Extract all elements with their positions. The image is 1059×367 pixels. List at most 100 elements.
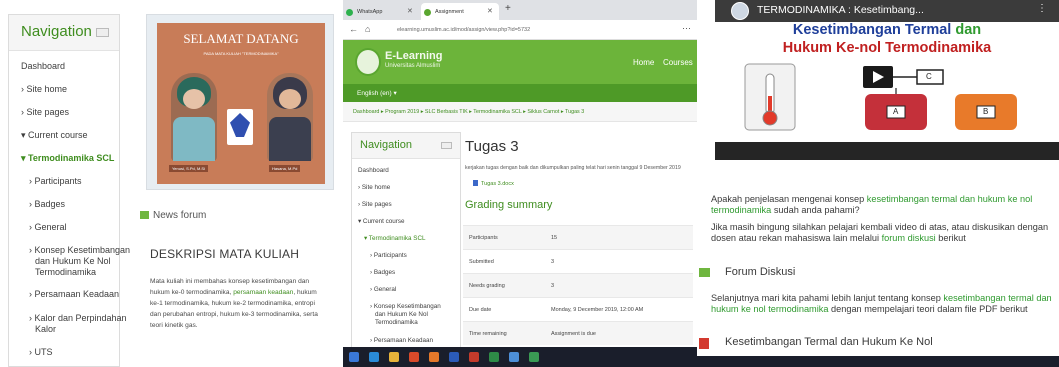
- box-a-label: A: [893, 107, 899, 116]
- nav-item-label: › Kalor dan Perpindahan: [29, 313, 127, 323]
- app-icon[interactable]: [509, 352, 519, 362]
- excel-icon[interactable]: [489, 352, 499, 362]
- browser-tab-bar: WhatsApp ✕ Assignment ✕ +: [343, 0, 697, 20]
- moodle-icon: [424, 9, 431, 16]
- nav-item-site-pages[interactable]: › Site pages: [21, 107, 69, 118]
- text: sudah anda pahami?: [771, 205, 860, 215]
- word-file-icon: [473, 180, 478, 186]
- nav-item-site-home[interactable]: › Site home: [358, 184, 390, 192]
- navigation-header: Navigation: [352, 133, 460, 159]
- powerpoint-icon[interactable]: [469, 352, 479, 362]
- back-icon[interactable]: ←: [349, 24, 358, 34]
- nav-item-site-home[interactable]: › Site home: [21, 84, 67, 95]
- nav-item-label-line3: Termodinamika: [35, 267, 97, 277]
- news-forum-link[interactable]: News forum: [140, 210, 206, 221]
- video-player[interactable]: TERMODINAMIKA : Kesetimbang... ⋮ Kesetim…: [715, 0, 1059, 160]
- url-field[interactable]: elearning.umuslim.ac.id/mod/assign/view.…: [391, 24, 673, 36]
- nav-item-course[interactable]: ▾ Termodinamika SCL: [21, 153, 114, 164]
- navigation-title: Navigation: [360, 139, 412, 151]
- home-icon[interactable]: ⌂: [365, 24, 370, 34]
- row-value: 3: [551, 259, 555, 265]
- nav-item-participants[interactable]: › Participants: [29, 176, 82, 187]
- language-bar: English (en) ▾: [343, 84, 697, 102]
- nav-item-course[interactable]: ▾ Termodinamika SCL: [364, 235, 426, 243]
- row-label: Submitted: [469, 259, 494, 265]
- site-subtitle: Universitas Almuslim: [385, 63, 441, 69]
- nav-item-participants[interactable]: › Participants: [370, 252, 407, 260]
- folder-icon[interactable]: [389, 352, 399, 362]
- banner-title: SELAMAT DATANG: [183, 31, 299, 46]
- dock-icon[interactable]: [441, 142, 452, 149]
- table-row: Needs grading 3: [463, 273, 693, 297]
- description-text: Mata kuliah ini membahas konsep kesetimb…: [150, 276, 322, 331]
- windows-taskbar: [343, 347, 697, 367]
- box-c-label: C: [926, 72, 932, 81]
- text: dengan mempelajari teori dalam file PDF …: [828, 304, 1028, 314]
- table-row: Submitted 3: [463, 249, 693, 273]
- address-bar: ← ⌂ elearning.umuslim.ac.id/mod/assign/v…: [343, 20, 697, 40]
- nav-item-badges[interactable]: › Badges: [29, 199, 65, 210]
- nav-item-general[interactable]: › General: [370, 286, 396, 294]
- home-link[interactable]: Home: [633, 58, 654, 67]
- tab-assignment[interactable]: Assignment ✕: [421, 3, 499, 20]
- nav-item-konsep[interactable]: › Konsep Kesetimbangan dan Hukum Ke Nol …: [29, 245, 130, 278]
- tab-whatsapp[interactable]: WhatsApp ✕: [343, 3, 419, 20]
- site-header: E-Learning Universitas Almuslim Home Cou…: [343, 40, 697, 84]
- edge-icon[interactable]: [369, 352, 379, 362]
- app-icon[interactable]: [529, 352, 539, 362]
- row-label: Due date: [469, 307, 492, 313]
- nav-item-uts[interactable]: › UTS: [29, 347, 53, 358]
- paragraph-2: Jika masih bingung silahkan pelajari kem…: [711, 222, 1059, 244]
- close-icon[interactable]: ✕: [407, 7, 413, 15]
- firefox-icon[interactable]: [429, 352, 439, 362]
- course-page-panel: Navigation Dashboard › Site home › Site …: [0, 0, 343, 367]
- assignment-title: Tugas 3: [465, 138, 519, 155]
- courses-link[interactable]: Courses: [663, 58, 693, 67]
- row-value: 15: [551, 235, 558, 241]
- nav-item-label-line2: Kalor: [35, 324, 57, 334]
- start-icon[interactable]: [349, 352, 359, 362]
- new-tab-icon[interactable]: +: [505, 3, 511, 14]
- nav-item-dashboard[interactable]: Dashboard: [21, 61, 65, 72]
- language-menu[interactable]: English (en) ▾: [357, 89, 397, 97]
- assignment-file-link[interactable]: Tugas 3.docx: [473, 180, 514, 187]
- nav-item-kalor[interactable]: › Kalor dan Perpindahan Kalor: [29, 313, 127, 335]
- navigation-header: Navigation: [9, 15, 119, 51]
- description-heading: DESKRIPSI MATA KULIAH: [150, 247, 300, 261]
- breadcrumb[interactable]: Dashboard ▸ Program 2019 ▸ SLC Berbasis …: [343, 102, 697, 122]
- nav-item-persamaan[interactable]: › Persamaan Keadaan: [370, 337, 433, 345]
- menu-icon[interactable]: ⋯: [682, 23, 691, 34]
- nav-item-site-pages[interactable]: › Site pages: [358, 201, 392, 209]
- pdf-file-link[interactable]: Kesetimbangan Termal dan Hukum Ke Nol: [725, 336, 933, 348]
- lecturer-name-right: Hasana, M.Pd: [269, 165, 301, 172]
- nav-item-label-line3: Termodinamika: [375, 319, 418, 326]
- thermometer-icon: [744, 63, 796, 131]
- row-label: Participants: [469, 235, 498, 241]
- news-forum-label: News forum: [153, 210, 207, 221]
- nav-item-konsep[interactable]: › Konsep Kesetimbangan dan Hukum Ke Nol …: [370, 303, 441, 327]
- lesson-page-panel: TERMODINAMIKA : Kesetimbang... ⋮ Kesetim…: [697, 0, 1059, 367]
- nav-item-persamaan[interactable]: › Persamaan Keadaan: [29, 289, 119, 300]
- nav-item-current-course[interactable]: ▾ Current course: [358, 218, 405, 226]
- forum-diskusi-link[interactable]: Forum Diskusi: [725, 266, 795, 278]
- nav-item-dashboard[interactable]: Dashboard: [358, 167, 389, 175]
- description-link[interactable]: persamaan keadaan: [233, 289, 293, 296]
- video-diagram: [744, 63, 1017, 131]
- nav-item-general[interactable]: › General: [29, 222, 67, 233]
- navigation-block: Navigation Dashboard › Site home › Site …: [351, 132, 461, 362]
- app-icon[interactable]: [409, 352, 419, 362]
- forum-icon: [699, 268, 710, 277]
- navigation-block: Navigation Dashboard › Site home › Site …: [8, 14, 130, 367]
- elearning-logo[interactable]: [355, 48, 381, 76]
- table-row: Participants 15: [463, 225, 693, 249]
- pdf-icon: [699, 338, 709, 349]
- dock-icon[interactable]: [96, 28, 109, 37]
- whatsapp-icon: [346, 9, 353, 16]
- nav-item-current-course[interactable]: ▾ Current course: [21, 130, 88, 141]
- close-icon[interactable]: ✕: [487, 7, 493, 15]
- word-icon[interactable]: [449, 352, 459, 362]
- windows-taskbar: [697, 356, 1059, 367]
- text: Apakah penjelasan mengenai konsep: [711, 194, 867, 204]
- nav-item-badges[interactable]: › Badges: [370, 269, 395, 277]
- forum-link[interactable]: forum diskusi: [882, 233, 936, 243]
